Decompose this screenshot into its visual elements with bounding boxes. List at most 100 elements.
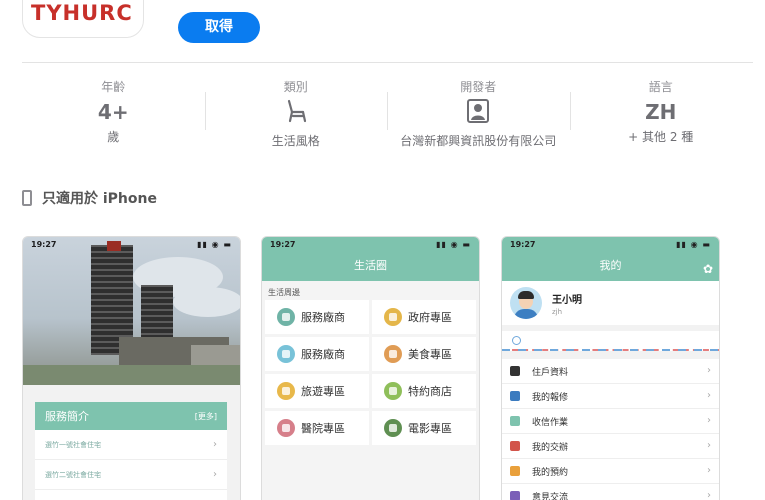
menu-item-icon [510, 491, 520, 500]
status-time: 19:27 [31, 240, 57, 249]
info-sub-age: 歲 [107, 130, 120, 144]
grid-cell-label: 服務廠商 [301, 311, 345, 324]
status-bar: 19:27 ▮▮ ◉ ▬ [262, 237, 479, 253]
list-item-label: 選竹二號社會住宅 [45, 470, 101, 479]
info-language: 語言 ZH + 其他 2 種 [569, 72, 753, 148]
screen-title: 我的 ✿ [502, 253, 719, 281]
menu-item-icon [510, 441, 520, 451]
menu-item-label: 我的預約 [532, 467, 569, 478]
menu-item: 我的交辦 › [502, 434, 719, 459]
grid-cell-label: 美食專區 [408, 348, 452, 361]
service-panel-header: 服務簡介 [更多] [35, 402, 227, 430]
grid-cell: 政府專區 [372, 300, 476, 334]
list-item: 選竹一號社會住宅 › [35, 430, 227, 460]
category-icon [384, 382, 402, 400]
category-icon [277, 308, 295, 326]
menu-item: 意見交流 › [502, 484, 719, 500]
status-bar: 19:27 ▮▮ ◉ ▬ [23, 237, 240, 253]
chevron-right-icon: › [707, 440, 711, 451]
gear-icon: ✿ [702, 262, 713, 276]
chair-icon [283, 98, 309, 124]
chevron-right-icon: › [707, 390, 711, 401]
menu-item: 我的預約 › [502, 459, 719, 484]
info-label-category: 類別 [283, 80, 308, 94]
chevron-right-icon: › [707, 415, 711, 426]
info-label-age: 年齡 [101, 80, 126, 94]
category-icon [384, 345, 402, 363]
status-icons: ▮▮ ◉ ▬ [436, 240, 471, 249]
category-icon [384, 308, 402, 326]
chevron-right-icon: › [213, 469, 217, 480]
grid-cell-label: 服務廠商 [301, 348, 345, 361]
location-icon [512, 336, 521, 345]
menu-item-icon [510, 466, 520, 476]
screen-title-text: 我的 [599, 259, 622, 272]
grid-cell: 醫院專區 [265, 411, 369, 445]
menu-item-label: 收信作業 [532, 417, 569, 428]
app-icon: TYHURC [22, 0, 144, 38]
header-divider [22, 62, 753, 63]
device-note-text: 只適用於 iPhone [42, 191, 157, 207]
user-sub: zjh [552, 307, 563, 316]
grid-cell: 美食專區 [372, 337, 476, 371]
chevron-right-icon: › [707, 490, 711, 500]
grid-cell-label: 政府專區 [408, 311, 452, 324]
avatar [510, 287, 542, 319]
category-icon [277, 345, 295, 363]
section-label: 生活周邊 [268, 288, 300, 297]
info-label-language: 語言 [648, 80, 673, 94]
user-name: 王小明 [552, 294, 582, 306]
profile-card: 王小明 zjh [502, 281, 719, 325]
list-item: 選竹二號社會住宅 › [35, 460, 227, 490]
device-note: 只適用於 iPhone [22, 188, 157, 208]
info-sub-category: 生活風格 [271, 134, 320, 148]
chevron-right-icon: › [707, 365, 711, 376]
grid-cell: 旅遊專區 [265, 374, 369, 408]
screen-title: 生活圈 [262, 253, 479, 281]
menu-item-icon [510, 366, 520, 376]
category-icon [277, 382, 295, 400]
info-value-language: ZH [645, 100, 677, 124]
iphone-icon [22, 190, 32, 206]
screenshot-3[interactable]: 19:27 ▮▮ ◉ ▬ 我的 ✿ 王小明 zjh 住戶資料 › 我的報修 › 收信作業… [501, 236, 720, 500]
grid-cell-label: 特約商店 [408, 385, 452, 398]
menu-item: 住戶資料 › [502, 359, 719, 384]
service-panel-title: 服務簡介 [45, 410, 89, 423]
profile-menu: 住戶資料 › 我的報修 › 收信作業 › 我的交辦 › 我的預約 › 意見交流 › [502, 359, 719, 500]
category-grid: 服務廠商 政府專區 服務廠商 美食專區 旅遊專區 特約商店 醫院專區 電影專區 [262, 300, 479, 445]
category-icon [277, 419, 295, 437]
info-row: 年齡 4+ 歲 類別 生活風格 開發者 台灣新都興資訊股份有限公司 語言 ZH … [22, 72, 752, 148]
developer-portrait-icon [465, 98, 491, 124]
menu-item: 我的報修 › [502, 384, 719, 409]
status-icons: ▮▮ ◉ ▬ [197, 240, 232, 249]
info-sub-developer: 台灣新都興資訊股份有限公司 [400, 134, 557, 148]
chevron-right-icon: › [707, 465, 711, 476]
service-panel: 服務簡介 [更多] 選竹一號社會住宅 › 選竹二號社會住宅 › [35, 402, 227, 500]
menu-item-icon [510, 391, 520, 401]
app-logo-text: TYHURC [31, 1, 133, 25]
grid-cell: 特約商店 [372, 374, 476, 408]
status-time: 19:27 [510, 240, 536, 249]
info-category[interactable]: 類別 生活風格 [204, 72, 388, 148]
menu-item-label: 我的交辦 [532, 442, 569, 453]
screenshot-2[interactable]: 19:27 ▮▮ ◉ ▬ 生活圈 生活周邊 服務廠商 政府專區 服務廠商 美食專區 旅遊… [261, 236, 480, 500]
envelope-strip [502, 331, 719, 351]
more-link: [更多] [194, 411, 217, 421]
grid-cell: 電影專區 [372, 411, 476, 445]
grid-cell-label: 電影專區 [408, 422, 452, 435]
menu-item-label: 住戶資料 [532, 367, 569, 378]
chevron-right-icon: › [213, 439, 217, 450]
info-developer[interactable]: 開發者 台灣新都興資訊股份有限公司 [387, 72, 570, 148]
get-button[interactable]: 取得 [178, 12, 260, 43]
grid-cell: 服務廠商 [265, 337, 369, 371]
menu-item-label: 我的報修 [532, 392, 569, 403]
info-value-age: 4+ [97, 100, 129, 124]
building-photo [23, 237, 240, 385]
info-sub-language: + 其他 2 種 [628, 130, 694, 144]
screenshot-1[interactable]: 19:27 ▮▮ ◉ ▬ 服務簡介 [更多] 選竹一號社會住宅 › 選竹二號社會… [22, 236, 241, 500]
menu-item: 收信作業 › [502, 409, 719, 434]
status-icons: ▮▮ ◉ ▬ [676, 240, 711, 249]
grid-cell: 服務廠商 [265, 300, 369, 334]
status-time: 19:27 [270, 240, 296, 249]
grid-cell-label: 醫院專區 [301, 422, 345, 435]
